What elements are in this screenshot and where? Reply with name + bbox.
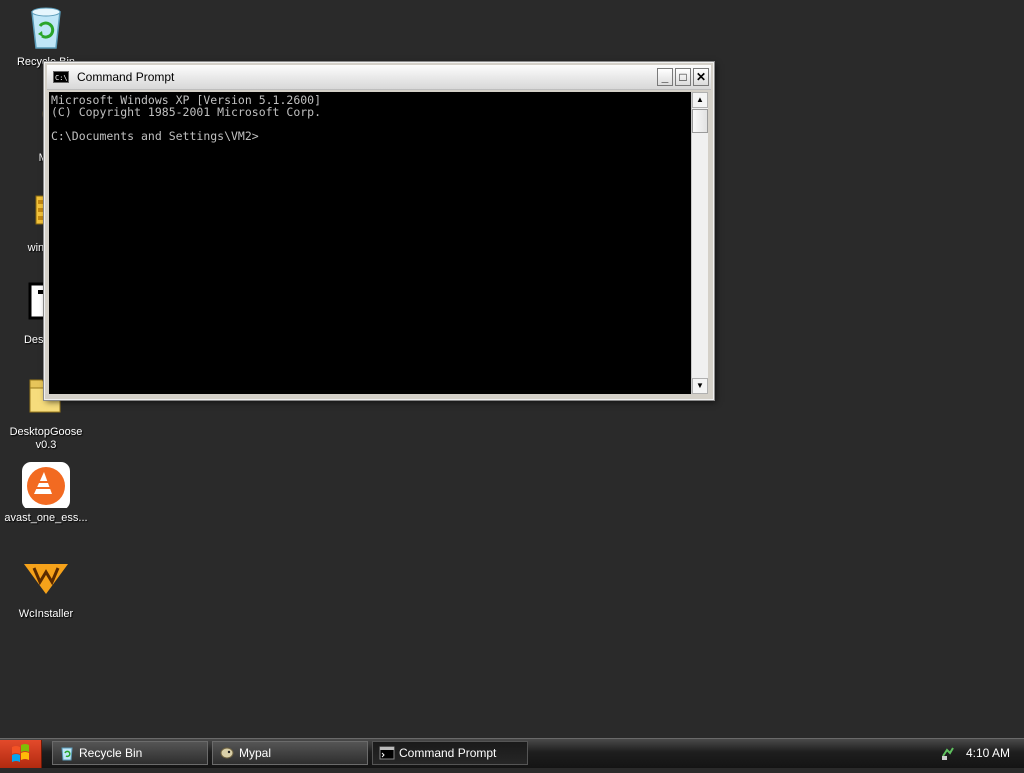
close-icon: ✕ <box>695 70 707 84</box>
avast-icon <box>22 460 70 510</box>
desktop-icon-avast[interactable]: avast_one_ess... <box>0 460 92 525</box>
window-titlebar[interactable]: C:\ Command Prompt _ □ ✕ <box>47 65 711 90</box>
console-line: (C) Copyright 1985-2001 Microsoft Corp. <box>51 105 322 119</box>
minimize-button[interactable]: _ <box>657 68 673 86</box>
desktop-icon-wcinstaller[interactable]: WcInstaller <box>0 556 92 621</box>
taskbar-item-command-prompt[interactable]: Command Prompt <box>372 741 528 765</box>
taskbar-item-label: Mypal <box>239 746 272 760</box>
clock[interactable]: 4:10 AM <box>966 746 1010 760</box>
desktop-icon-label: WcInstaller <box>18 608 74 620</box>
windows-logo-icon <box>12 744 29 762</box>
desktop-icon-recycle-bin[interactable]: Recycle Bin <box>0 4 92 69</box>
console-output[interactable]: Microsoft Windows XP [Version 5.1.2600](… <box>49 92 691 394</box>
scrollbar-thumb[interactable] <box>692 109 708 133</box>
cmd-icon <box>379 746 395 760</box>
taskbar-item-label: Recycle Bin <box>79 746 143 760</box>
vertical-scrollbar[interactable]: ▲ ▼ <box>691 92 708 394</box>
minimize-icon: _ <box>661 70 669 84</box>
system-tray: 4:10 AM <box>934 739 1024 768</box>
start-button[interactable] <box>0 740 42 768</box>
taskbar-item-mypal[interactable]: Mypal <box>212 741 368 765</box>
taskbar-item-recycle-bin[interactable]: Recycle Bin <box>52 741 208 765</box>
wcinstaller-icon <box>22 556 70 604</box>
window-title: Command Prompt <box>77 70 175 84</box>
console-prompt-line: C:\Documents and Settings\VM2> <box>51 129 259 143</box>
recycle-bin-icon <box>61 747 73 761</box>
maximize-icon: □ <box>679 70 687 84</box>
scroll-up-button[interactable]: ▲ <box>692 92 708 108</box>
recycle-bin-icon <box>22 4 70 52</box>
scroll-down-button[interactable]: ▼ <box>692 378 708 394</box>
taskbar: Recycle Bin Mypal Command Prompt 4:10 AM <box>0 738 1024 768</box>
cmd-icon: C:\ <box>53 71 69 83</box>
maximize-button[interactable]: □ <box>675 68 691 86</box>
desktop-icon-label: DesktopGoose v0.3 <box>9 426 83 451</box>
command-prompt-window[interactable]: C:\ Command Prompt _ □ ✕ Microsoft Windo… <box>44 62 714 400</box>
close-button[interactable]: ✕ <box>693 68 709 86</box>
mypal-icon <box>220 747 234 759</box>
desktop-icon-label: avast_one_ess... <box>4 512 88 524</box>
network-icon[interactable] <box>940 745 956 761</box>
taskbar-item-label: Command Prompt <box>399 746 497 760</box>
